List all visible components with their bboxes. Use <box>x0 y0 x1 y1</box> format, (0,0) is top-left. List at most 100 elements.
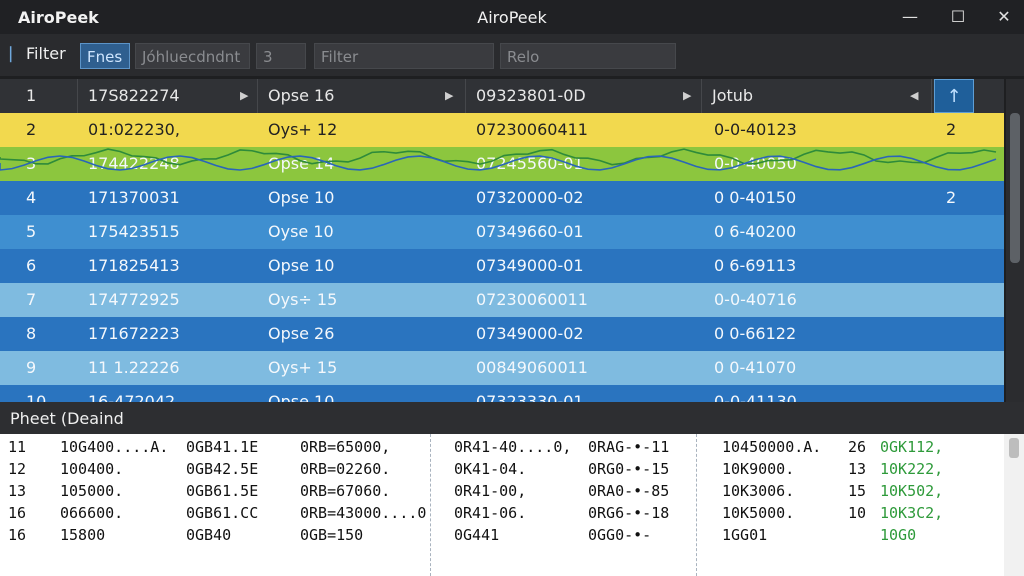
table-cell-c2: Oyse 10 <box>268 222 334 241</box>
toolbar: ⎸Filter Fnes Jóhluecdndnt 3 Filter Relo <box>0 34 1024 76</box>
header-col-3[interactable]: 09323801-0D <box>466 79 702 113</box>
detail-cell: 0RB=43000....0 <box>300 504 427 522</box>
detail-cell: 066600. <box>60 504 124 522</box>
detail-cell: 16 <box>8 526 27 544</box>
detail-row[interactable]: 16 15800 0GB40 0GB=150 0G441 0GG0-•- 1GG01 10G0 <box>0 526 1004 548</box>
detail-scrollbar[interactable] <box>1004 434 1024 576</box>
traffic-wave <box>0 148 997 171</box>
detail-row[interactable]: 11 10G400....A. 0GB41.1E 0RB=65000, 0R41-40.… <box>0 438 1004 460</box>
table-cell-c3: 07320000-02 <box>476 188 584 207</box>
detail-cell: 10G400....A. <box>60 438 169 456</box>
close-button[interactable]: ✕ <box>986 4 1022 30</box>
table-cell-c5 <box>932 249 972 283</box>
table-cell-c2: Opse 10 <box>268 392 335 402</box>
detail-row[interactable]: 16 066600. 0GB61.CC 0RB=43000....0 0R41-06. 0… <box>0 504 1004 526</box>
table-row[interactable]: 4 171370031 Opse 10 07320000-02 0 0-40150 2 <box>0 181 1004 215</box>
detail-cell: 0G441 <box>454 526 500 544</box>
toolbar-box-3[interactable]: 3 <box>256 43 306 69</box>
play-right-icon[interactable]: ▶ <box>683 79 691 113</box>
detail-cell: 0GB40 <box>186 526 232 544</box>
detail-cell: 0GB41.1E <box>186 438 259 456</box>
detail-cell: 13 <box>8 482 27 500</box>
table-cell-c1: 171825413 <box>88 256 180 275</box>
detail-cell: 1GG01 <box>722 526 768 544</box>
table-cell-no: 8 <box>26 324 37 343</box>
detail-pane-title-bar: Pheet (Deaind <box>0 402 1024 434</box>
table-row[interactable]: 9 11 1.22226 Oys+ 15 00849060011 0 0-41070 <box>0 351 1004 385</box>
table-row[interactable]: 8 171672223 Opse 26 07349000-02 0 0-66122 <box>0 317 1004 351</box>
detail-cell: 15800 <box>60 526 106 544</box>
play-right-icon[interactable]: ▶ <box>240 79 248 113</box>
table-cell-c3: 07349000-02 <box>476 324 584 343</box>
table-cell-no: 10 <box>26 392 47 402</box>
header-col-1[interactable]: 17S822274 <box>78 79 258 113</box>
table-cell-c1: 11 1.22226 <box>88 358 180 377</box>
detail-cell: 10K222, <box>880 460 944 478</box>
table-cell-c2: Opse 10 <box>268 188 335 207</box>
play-right-icon[interactable]: ▶ <box>445 79 453 113</box>
filter-input[interactable]: Filter <box>314 43 494 69</box>
filter-label: ⎸Filter <box>10 44 66 63</box>
detail-scroll-thumb[interactable] <box>1009 438 1019 458</box>
detail-cell: 10K9000. <box>722 460 795 478</box>
table-cell-c2: Oys÷ 15 <box>268 290 338 309</box>
toolbar-box-1[interactable]: Fnes <box>80 43 130 69</box>
table-cell-c4: 0-0-40716 <box>714 290 797 309</box>
relo-input[interactable]: Relo <box>500 43 676 69</box>
table-cell-no: 4 <box>26 188 37 207</box>
maximize-button[interactable]: ☐ <box>940 4 976 30</box>
header-col-2[interactable]: Opse 16 <box>258 79 466 113</box>
detail-pane: 11 10G400....A. 0GB41.1E 0RB=65000, 0R41-40.… <box>0 434 1004 576</box>
detail-cell: 10 <box>848 504 867 522</box>
detail-row[interactable]: 13 105000. 0GB61.5E 0RB=67060. 0R41-00, 0RA0-… <box>0 482 1004 504</box>
table-cell-c4: 0 0-66122 <box>714 324 797 343</box>
detail-cell: 0R41-40....0, <box>454 438 572 456</box>
table-row[interactable]: 6 171825413 Opse 10 07349000-01 0 6-69113 <box>0 249 1004 283</box>
grid-scrollbar[interactable] <box>1006 79 1024 402</box>
grid-header-row[interactable]: 1 17S822274 ▶ Opse 16 ▶ 09323801-0D ▶ Jo… <box>0 79 1004 113</box>
detail-cell: 0R41-06. <box>454 504 527 522</box>
table-cell-c3: 00849060011 <box>476 358 588 377</box>
detail-cell: 0K41-04. <box>454 460 527 478</box>
table-row[interactable]: 10 16-472042 Opse 10 07323330-01 0-0-41130 <box>0 385 1004 402</box>
minimize-button[interactable]: — <box>892 4 928 30</box>
detail-cell: 0GG0-•- <box>588 526 652 544</box>
detail-cell: 0GB42.5E <box>186 460 259 478</box>
detail-cell: 100400. <box>60 460 124 478</box>
detail-cell: 10G0 <box>880 526 917 544</box>
table-row[interactable]: 7 174772925 Oys÷ 15 07230060011 0-0-40716 <box>0 283 1004 317</box>
table-cell-c4: 0 0-41070 <box>714 358 797 377</box>
table-cell-c5 <box>932 283 972 317</box>
detail-cell: 10K502, <box>880 482 944 500</box>
table-cell-c3: 07230060011 <box>476 290 588 309</box>
detail-cell: 0RB=02260. <box>300 460 391 478</box>
table-cell-c4: 0 6-40200 <box>714 222 797 241</box>
detail-cell: 0RB=67060. <box>300 482 391 500</box>
detail-cell: 11 <box>8 438 27 456</box>
table-cell-c1: 171370031 <box>88 188 180 207</box>
detail-row[interactable]: 12 100400. 0GB42.5E 0RB=02260. 0K41-04. 0RG0-… <box>0 460 1004 482</box>
table-cell-c2: Opse 26 <box>268 324 335 343</box>
detail-cell: 0GK112, <box>880 438 944 456</box>
table-cell-c5 <box>932 385 972 402</box>
chevron-left-icon[interactable]: ◀ <box>910 79 918 113</box>
table-cell-c4: 0 6-69113 <box>714 256 797 275</box>
arrow-up-icon[interactable]: ↑ <box>934 79 974 113</box>
table-cell-c5 <box>932 215 972 249</box>
title-bar: AiroPeek AiroPeek — ☐ ✕ <box>0 0 1024 34</box>
table-cell-c2: Oys+ 15 <box>268 358 338 377</box>
table-cell-c1: 171672223 <box>88 324 180 343</box>
toolbar-box-2[interactable]: Jóhluecdndnt <box>135 43 250 69</box>
table-row[interactable]: 5 175423515 Oyse 10 07349660-01 0 6-40200 <box>0 215 1004 249</box>
detail-cell: 26 <box>848 438 867 456</box>
table-cell-c3: 07323330-01 <box>476 392 584 402</box>
table-cell-c5: 2 <box>946 188 957 207</box>
table-cell-c3: 07349000-01 <box>476 256 584 275</box>
table-cell-no: 5 <box>26 222 37 241</box>
detail-cell: 0R41-00, <box>454 482 527 500</box>
detail-cell: 0RB=65000, <box>300 438 391 456</box>
header-col-4[interactable]: Jotub <box>702 79 932 113</box>
detail-cell: 105000. <box>60 482 124 500</box>
grid-scroll-thumb[interactable] <box>1010 113 1020 263</box>
header-no: 1 <box>0 79 78 113</box>
